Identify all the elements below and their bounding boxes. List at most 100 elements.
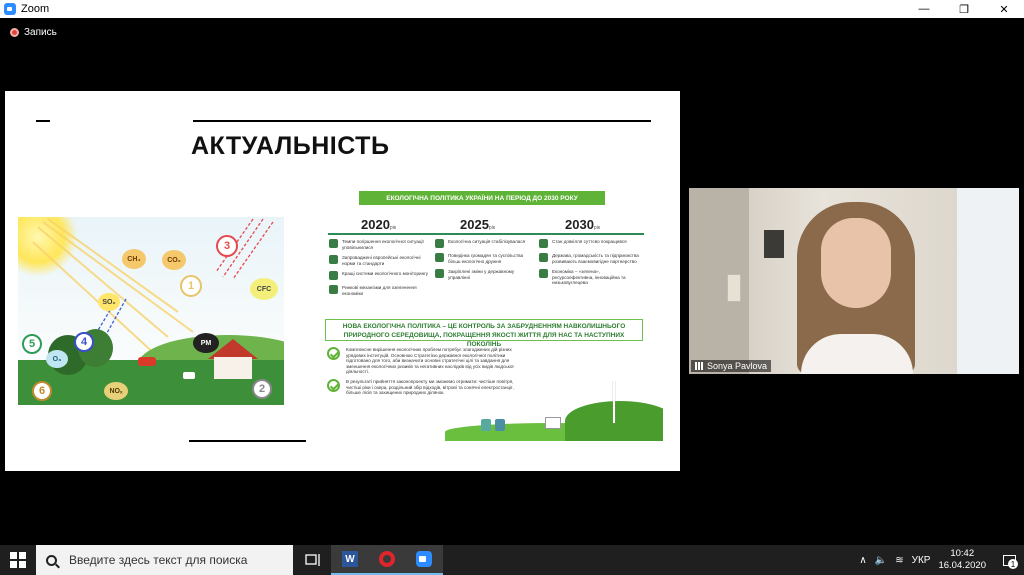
window-title: Zoom <box>21 3 50 15</box>
wall-poster <box>764 230 784 258</box>
system-tray: ∧ 🔈 ≋ УКР 10:42 16.04.2020 1 <box>859 545 1024 575</box>
ch4-bubble: CH₄ <box>122 249 146 269</box>
list-item: Запроваджені європейські екологічні норм… <box>329 255 429 266</box>
checkmark-icon <box>327 347 340 360</box>
slide-top-rule <box>193 120 651 122</box>
list-item: Темпи погіршення екологічної ситуації уп… <box>329 239 429 250</box>
year-2030: 2030рік <box>565 217 601 232</box>
number-6-icon: 6 <box>32 381 52 401</box>
list-item: Держава, громадськість та підприємства р… <box>539 253 639 264</box>
taskbar-clock[interactable]: 10:42 16.04.2020 <box>938 548 986 572</box>
maximize-button[interactable]: ❐ <box>944 0 984 18</box>
zoom-logo-icon <box>4 3 16 15</box>
list-item: Стан довкілля суттєво покращився <box>539 239 639 248</box>
close-button[interactable]: ✕ <box>984 0 1024 18</box>
car-icon <box>138 357 156 366</box>
recycle-bin-icon <box>481 419 491 431</box>
cfc-bubble: CFC <box>250 278 278 300</box>
participant-face <box>821 218 891 308</box>
participant-name: Sonya Pavlova <box>707 361 768 371</box>
number-2-icon: 2 <box>252 379 272 399</box>
zoom-taskbar-button[interactable] <box>405 545 443 575</box>
wifi-icon[interactable]: ≋ <box>895 555 903 566</box>
speaker-icon[interactable]: 🔈 <box>875 555 887 566</box>
wind-turbine-icon <box>613 381 615 423</box>
year-2020: 2020рік <box>361 217 397 232</box>
wall-poster <box>727 274 741 302</box>
number-5-icon: 5 <box>22 334 42 354</box>
taskbar-search-box[interactable]: Введите здесь текст для поиска <box>36 545 293 575</box>
list-item: Ринкові механізми для озеленення економі… <box>329 285 429 296</box>
house-icon <box>214 357 252 379</box>
checkmark-icon <box>327 379 340 392</box>
timeline-line <box>328 233 644 235</box>
policy-infographic: ЕКОЛОГІЧНА ПОЛІТИКА УКРАЇНИ НА ПЕРІОД ДО… <box>325 191 665 441</box>
chart-icon <box>329 239 338 248</box>
pm-bubble: PM <box>193 333 219 353</box>
number-1-icon: 1 <box>180 275 202 297</box>
nox-bubble: NOₓ <box>104 382 128 400</box>
opera-icon <box>379 551 395 567</box>
policy-banner: ЕКОЛОГІЧНА ПОЛІТИКА УКРАЇНИ НА ПЕРІОД ДО… <box>359 191 605 205</box>
slide-heading: АКТУАЛЬНІСТЬ <box>191 132 390 160</box>
zoom-app-icon <box>416 551 432 567</box>
list-item: Екологічна ситуація стабілізувалася <box>435 239 535 248</box>
shared-slide: АКТУАЛЬНІСТЬ CH₄ CO₂ SO₂ CFC PM O₃ NOₓ 1… <box>5 91 680 471</box>
windows-taskbar: Введите здесь текст для поиска W ∧ 🔈 ≋ У… <box>0 545 1024 575</box>
search-placeholder: Введите здесь текст для поиска <box>69 553 248 567</box>
monitor-icon <box>329 271 338 280</box>
globe-icon <box>329 255 338 264</box>
o3-bubble: O₃ <box>46 350 68 368</box>
clock-date: 16.04.2020 <box>938 560 986 571</box>
policy-statement: НОВА ЕКОЛОГІЧНА ПОЛІТИКА – ЦЕ КОНТРОЛЬ З… <box>325 319 643 348</box>
green-landscape-illustration <box>445 381 663 441</box>
list-item: Економіка – «зелена», ресурсоефективна, … <box>539 269 639 286</box>
year-2025: 2025рік <box>460 217 496 232</box>
slide-dash <box>36 120 50 122</box>
notification-count: 1 <box>1008 559 1018 569</box>
video-window <box>957 188 1019 374</box>
column-2030: Стан довкілля суттєво покращився Держава… <box>539 239 639 291</box>
minimize-button[interactable]: — <box>904 0 944 18</box>
document-icon <box>435 239 444 248</box>
handshake-icon <box>539 253 548 262</box>
participant-video[interactable]: Sonya Pavlova <box>689 188 1019 374</box>
record-dot-icon <box>10 28 19 37</box>
search-icon <box>46 554 57 566</box>
signal-bars-icon <box>695 362 704 370</box>
number-4-icon: 4 <box>74 332 94 352</box>
growth-arrow-icon <box>329 285 338 294</box>
language-indicator[interactable]: УКР <box>912 555 931 566</box>
notification-center-button[interactable]: 1 <box>994 545 1024 575</box>
column-2020: Темпи погіршення екологічної ситуації уп… <box>329 239 429 301</box>
opera-taskbar-button[interactable] <box>368 545 406 575</box>
word-taskbar-button[interactable]: W <box>331 545 369 575</box>
start-button[interactable] <box>0 545 36 575</box>
gears-icon <box>435 269 444 278</box>
recording-indicator[interactable]: Запись <box>10 27 57 38</box>
cow-icon <box>183 372 195 379</box>
windows-logo-icon <box>10 552 26 568</box>
list-item: Поведінка громадян та суспільства більш … <box>435 253 535 264</box>
slide-bottom-rule <box>189 440 306 442</box>
recording-label: Запись <box>24 27 57 38</box>
clock-time: 10:42 <box>950 548 975 559</box>
recycle-icon <box>539 269 548 278</box>
zoom-title-bar: Zoom — ❐ ✕ <box>0 0 1024 18</box>
task-view-button[interactable] <box>294 545 332 575</box>
pollution-illustration: CH₄ CO₂ SO₂ CFC PM O₃ NOₓ 1 2 3 4 5 6 <box>18 217 284 405</box>
list-item: Закріплені зміни у державному управлінні <box>435 269 535 280</box>
policy-point: Комплексне вирішення екологічних проблем… <box>327 347 617 375</box>
co2-bubble: CO₂ <box>162 250 186 270</box>
so2-bubble: SO₂ <box>98 293 120 311</box>
house-icon <box>545 417 561 429</box>
bar-chart-icon <box>539 239 548 248</box>
list-item: Кращі системи екологічного моніторингу <box>329 271 429 280</box>
task-view-icon <box>305 554 320 566</box>
person-icon <box>435 253 444 262</box>
column-2025: Екологічна ситуація стабілізувалася Пове… <box>435 239 535 285</box>
number-3-icon: 3 <box>216 235 238 257</box>
word-icon: W <box>342 551 358 567</box>
chevron-up-icon[interactable]: ∧ <box>859 555 866 566</box>
participant-name-tag: Sonya Pavlova <box>691 360 772 372</box>
